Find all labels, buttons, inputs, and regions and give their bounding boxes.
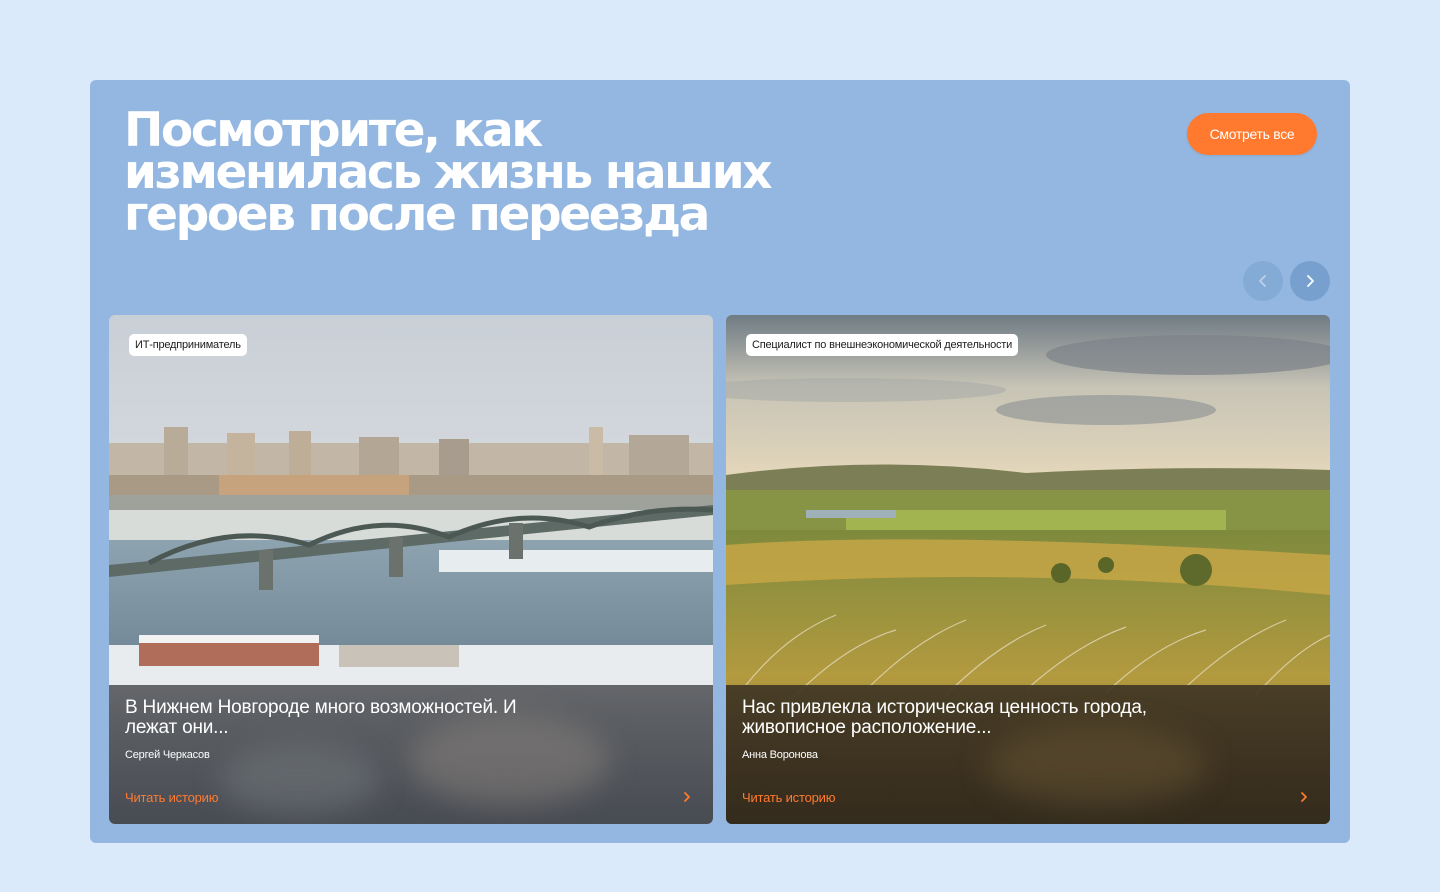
- story-info-panel: В Нижнем Новгороде много возможностей. И…: [109, 685, 713, 824]
- carousel-next-button[interactable]: [1290, 261, 1330, 301]
- story-tag: Специалист по внешнеэкономической деятел…: [746, 334, 1019, 356]
- chevron-left-icon: [1259, 275, 1266, 287]
- story-card[interactable]: ИТ-предприниматель В Нижнем Новгороде мн…: [109, 315, 713, 824]
- story-title: Нас привлекла историческая ценность горо…: [742, 697, 1147, 738]
- chevron-right-icon: [1307, 275, 1314, 287]
- story-card[interactable]: Специалист по внешнеэкономической деятел…: [726, 315, 1330, 824]
- story-tag: ИТ-предприниматель: [129, 334, 247, 356]
- story-info-panel: Нас привлекла историческая ценность горо…: [726, 685, 1330, 824]
- story-author: Сергей Черкасов: [125, 749, 210, 761]
- read-story-link[interactable]: Читать историю: [125, 790, 218, 805]
- stories-section: Посмотрите, как изменилась жизнь наших г…: [90, 80, 1350, 843]
- blur-decoration: [219, 745, 379, 815]
- chevron-right-icon[interactable]: [681, 790, 693, 804]
- story-title: В Нижнем Новгороде много возможностей. И…: [125, 697, 517, 738]
- read-story-link[interactable]: Читать историю: [742, 790, 835, 805]
- see-all-button[interactable]: Смотреть все: [1187, 113, 1317, 155]
- carousel-prev-button[interactable]: [1243, 261, 1283, 301]
- section-title: Посмотрите, как изменилась жизнь наших г…: [124, 103, 773, 242]
- story-author: Анна Воронова: [742, 749, 818, 761]
- chevron-right-icon[interactable]: [1298, 790, 1310, 804]
